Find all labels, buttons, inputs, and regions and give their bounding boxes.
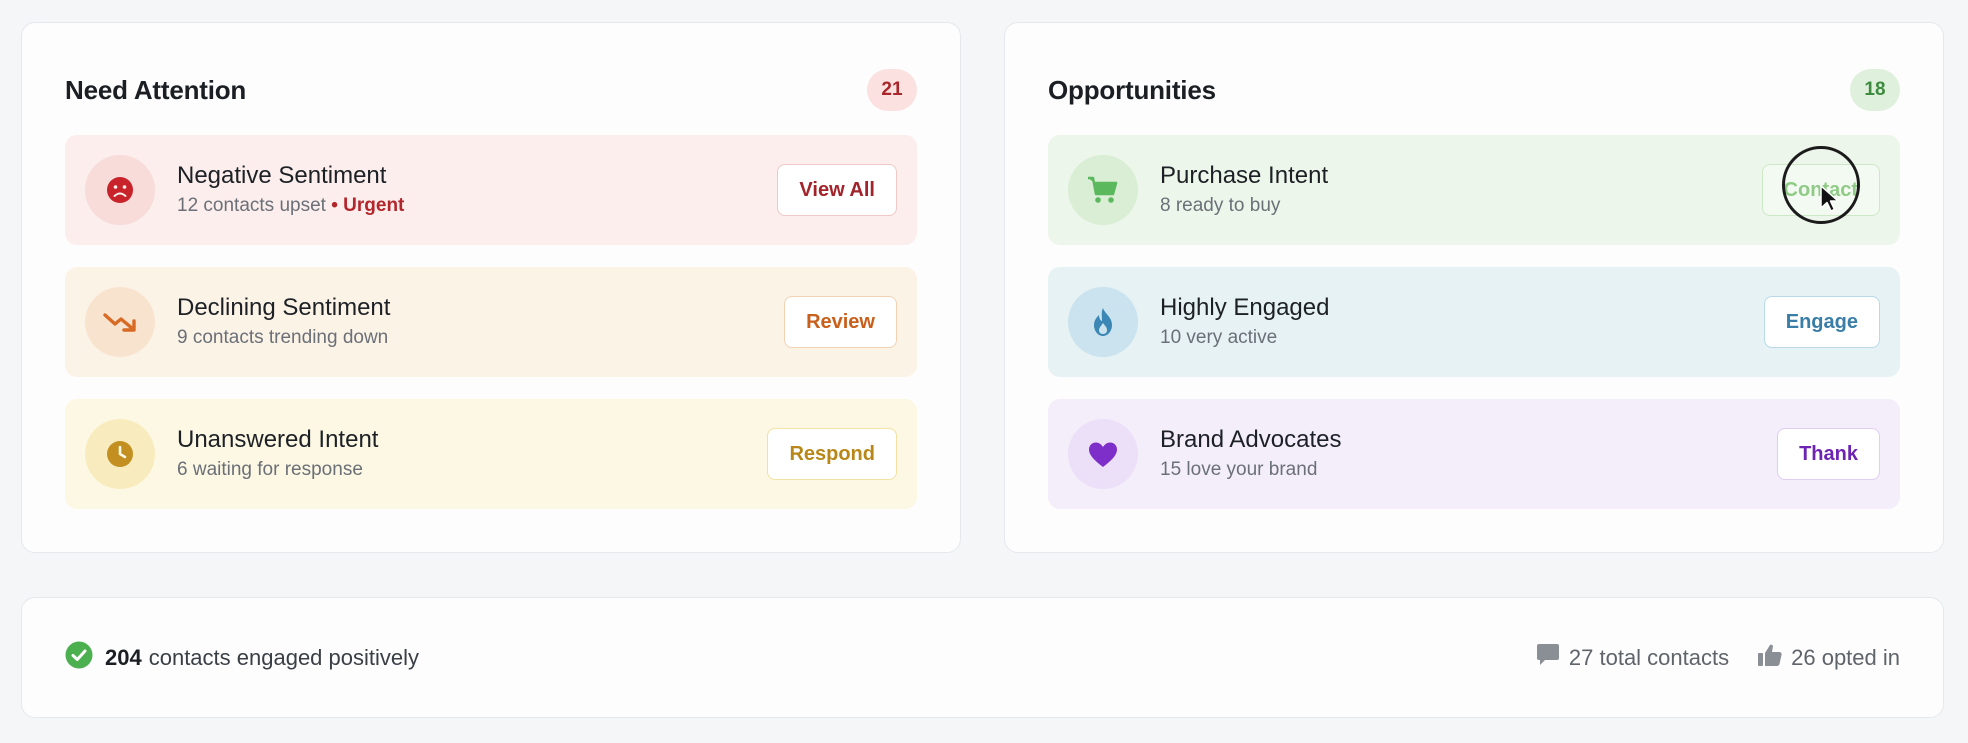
need-attention-count-badge: 21 xyxy=(867,69,917,111)
declining-sentiment-row: Declining Sentiment 9 contacts trending … xyxy=(65,267,917,377)
contact-button[interactable]: Contact xyxy=(1761,164,1880,216)
engaged-label: contacts engaged positively xyxy=(148,644,420,670)
need-attention-panel: Need Attention 21 Negative Sentiment 12 … xyxy=(21,22,961,553)
opportunities-title: Opportunities xyxy=(1048,74,1216,105)
thank-button[interactable]: Thank xyxy=(1777,428,1880,480)
total-contacts-text: 27 total contacts xyxy=(1568,644,1730,670)
brand-advocates-subtitle: 15 love your brand xyxy=(1160,459,1318,480)
need-attention-header: Need Attention 21 xyxy=(65,68,917,112)
unanswered-intent-title: Unanswered Intent xyxy=(177,426,379,453)
thumbs-up-icon xyxy=(1757,643,1791,673)
respond-button[interactable]: Respond xyxy=(767,428,897,480)
engaged-summary: 204 contacts engaged positively xyxy=(65,641,419,675)
footer-stats: 27 total contacts 26 opted in xyxy=(1507,643,1900,673)
review-button[interactable]: Review xyxy=(784,296,897,348)
opportunities-panel: Opportunities 18 Purchase Intent 8 ready… xyxy=(1004,22,1944,553)
opportunities-count-badge: 18 xyxy=(1850,69,1900,111)
highly-engaged-subtitle: 10 very active xyxy=(1160,327,1278,348)
view-all-button[interactable]: View All xyxy=(777,164,897,216)
negative-sentiment-subtitle: 12 contacts upset • Urgent xyxy=(177,193,777,219)
clock-icon xyxy=(85,419,155,489)
negative-sentiment-row: Negative Sentiment 12 contacts upset • U… xyxy=(65,135,917,245)
trending-down-icon xyxy=(85,287,155,357)
heart-icon xyxy=(1068,419,1138,489)
cart-icon xyxy=(1068,155,1138,225)
negative-sentiment-count-text: 12 contacts upset xyxy=(177,195,326,216)
engaged-count: 204 xyxy=(105,644,142,670)
frown-icon xyxy=(85,155,155,225)
opted-in-text: 26 opted in xyxy=(1791,644,1900,670)
declining-sentiment-subtitle: 9 contacts trending down xyxy=(177,327,389,348)
highly-engaged-row: Highly Engaged 10 very active Engage xyxy=(1048,267,1900,377)
purchase-intent-subtitle: 8 ready to buy xyxy=(1160,195,1281,216)
engage-button[interactable]: Engage xyxy=(1763,296,1880,348)
brand-advocates-title: Brand Advocates xyxy=(1160,426,1342,453)
opted-in-stat: 26 opted in xyxy=(1757,643,1900,673)
negative-sentiment-title: Negative Sentiment xyxy=(177,162,387,189)
need-attention-title: Need Attention xyxy=(65,74,247,105)
summary-footer: 204 contacts engaged positively 27 total… xyxy=(21,597,1944,718)
unanswered-intent-subtitle: 6 waiting for response xyxy=(177,459,363,480)
brand-advocates-row: Brand Advocates 15 love your brand Thank xyxy=(1048,399,1900,509)
total-contacts-stat: 27 total contacts xyxy=(1535,643,1729,673)
purchase-intent-title: Purchase Intent xyxy=(1160,162,1329,189)
flame-icon xyxy=(1068,287,1138,357)
unanswered-intent-row: Unanswered Intent 6 waiting for response… xyxy=(65,399,917,509)
purchase-intent-row: Purchase Intent 8 ready to buy Contact xyxy=(1048,135,1900,245)
check-circle-icon xyxy=(65,641,93,675)
urgent-flag: • Urgent xyxy=(331,195,405,216)
highly-engaged-title: Highly Engaged xyxy=(1160,294,1330,321)
comment-icon xyxy=(1535,643,1569,673)
opportunities-header: Opportunities 18 xyxy=(1048,68,1900,112)
declining-sentiment-title: Declining Sentiment xyxy=(177,294,391,321)
